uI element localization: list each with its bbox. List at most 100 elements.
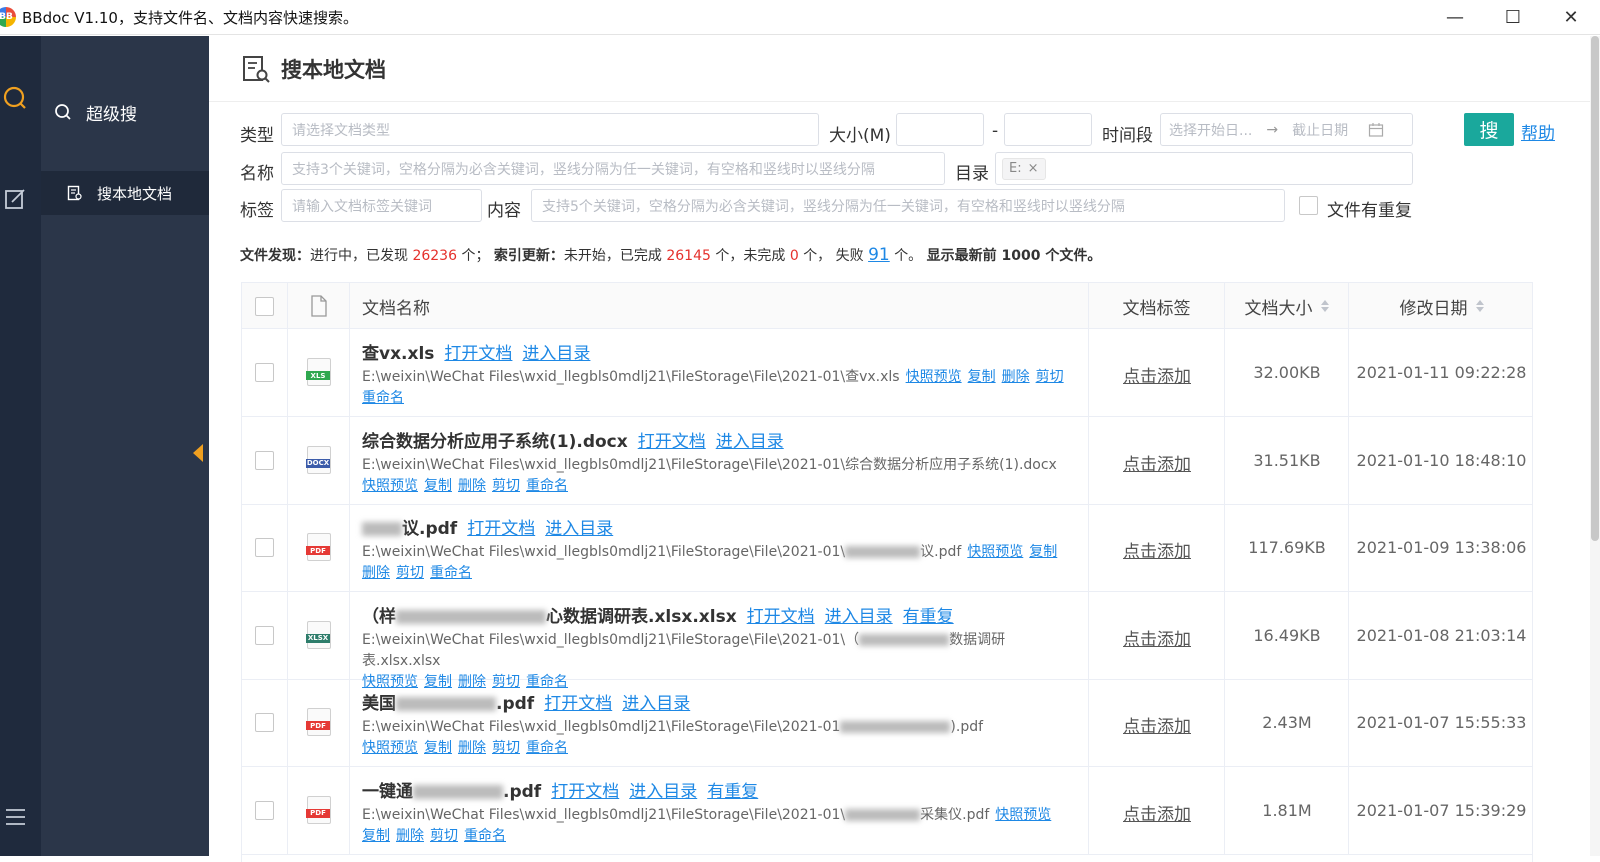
- row-checkbox[interactable]: [255, 713, 274, 732]
- file-date: 2021-01-09 13:38:06: [1356, 538, 1527, 557]
- delete-link[interactable]: 删除: [1002, 369, 1030, 385]
- open-doc-link[interactable]: 打开文档: [747, 607, 815, 627]
- open-doc-link[interactable]: 打开文档: [551, 782, 619, 802]
- preview-link[interactable]: 快照预览: [362, 740, 418, 756]
- cut-link[interactable]: 剪切: [1036, 369, 1064, 385]
- delete-link[interactable]: 删除: [458, 478, 486, 494]
- dir-select[interactable]: E: ×: [995, 152, 1413, 185]
- file-path-part: 采集仪.pdf: [920, 806, 990, 823]
- maximize-button[interactable]: ☐: [1484, 0, 1542, 35]
- file-name: 综合数据分析应用子系统(1).docx: [362, 431, 628, 452]
- open-dir-link[interactable]: 进入目录: [716, 432, 784, 452]
- add-tag-link[interactable]: 点击添加: [1089, 362, 1225, 387]
- open-doc-link[interactable]: 打开文档: [444, 344, 512, 364]
- open-dir-link[interactable]: 进入目录: [825, 607, 893, 627]
- open-dir-link[interactable]: 进入目录: [522, 344, 590, 364]
- open-dir-link[interactable]: 进入目录: [545, 519, 613, 539]
- row-name-cell: 查vx.xls 打开文档 进入目录 E:\weixin\WeChat Files\w…: [350, 329, 1089, 416]
- preview-link[interactable]: 快照预览: [967, 544, 1023, 560]
- row-checkbox[interactable]: [255, 625, 274, 645]
- range-arrow: →: [1266, 121, 1279, 138]
- table-row: XLSX （样 心数据调研表.xlsx.xlsx 打开文档 进入目录 有重复 E:\we…: [242, 591, 1532, 690]
- sidebar-section-super-search[interactable]: 超级搜: [41, 88, 209, 136]
- search-button[interactable]: 搜: [1464, 113, 1514, 146]
- cut-link[interactable]: 剪切: [492, 740, 520, 756]
- row-checkbox[interactable]: [255, 800, 274, 820]
- preview-link[interactable]: 快照预览: [362, 478, 418, 494]
- table-row: PDF 议.pdf 打开文档 进入目录 E:\weixin\WeChat Files…: [242, 504, 1532, 592]
- content-input[interactable]: 支持5个关键词，空格分隔为必含关键词，竖线分隔为任一关键词，有空格和竖线时以竖线…: [531, 189, 1285, 222]
- failed-count-link[interactable]: 91: [868, 245, 890, 265]
- type-select[interactable]: 请选择文档类型: [281, 113, 819, 146]
- collapse-sidebar-icon[interactable]: [193, 444, 203, 462]
- scrollbar-thumb[interactable]: [1591, 36, 1599, 541]
- cut-link[interactable]: 剪切: [396, 565, 424, 581]
- delete-link[interactable]: 删除: [396, 828, 424, 844]
- th-date[interactable]: 修改日期: [1349, 283, 1532, 329]
- end-date-input[interactable]: 截止日期: [1292, 120, 1348, 140]
- cut-link[interactable]: 剪切: [492, 478, 520, 494]
- open-doc-link[interactable]: 打开文档: [467, 519, 535, 539]
- rename-link[interactable]: 重命名: [362, 390, 404, 406]
- add-tag-link[interactable]: 点击添加: [1089, 800, 1225, 825]
- delete-link[interactable]: 删除: [362, 565, 390, 581]
- file-icon: [310, 295, 327, 317]
- add-tag-link[interactable]: 点击添加: [1089, 450, 1225, 475]
- sidebar-item-local-docs[interactable]: 搜本地文档: [41, 171, 209, 215]
- add-tag-link[interactable]: 点击添加: [1089, 537, 1225, 562]
- size-min-input[interactable]: [896, 113, 984, 146]
- delete-link[interactable]: 删除: [458, 740, 486, 756]
- minimize-button[interactable]: —: [1426, 0, 1484, 35]
- copy-link[interactable]: 复制: [362, 828, 390, 844]
- open-doc-link[interactable]: 打开文档: [638, 432, 706, 452]
- duplicate-link[interactable]: 有重复: [707, 782, 758, 802]
- file-date: 2021-01-07 15:39:29: [1356, 800, 1527, 820]
- rename-link[interactable]: 重命名: [464, 828, 506, 844]
- row-checkbox[interactable]: [255, 363, 274, 382]
- edit-nav-icon[interactable]: [0, 184, 30, 214]
- copy-link[interactable]: 复制: [968, 369, 996, 385]
- select-all-checkbox[interactable]: [255, 296, 274, 316]
- row-checkbox[interactable]: [255, 538, 274, 557]
- open-dir-link[interactable]: 进入目录: [629, 782, 697, 802]
- rename-link[interactable]: 重命名: [430, 565, 472, 581]
- open-dir-link[interactable]: 进入目录: [622, 694, 690, 714]
- duplicate-link[interactable]: 有重复: [903, 607, 954, 627]
- search-nav-icon[interactable]: [0, 83, 30, 113]
- row-tag-cell: 点击添加: [1089, 329, 1225, 416]
- file-path-line: E:\weixin\WeChat Files\wxid_llegbls0mdlj…: [362, 455, 1082, 497]
- redacted-blur: [845, 808, 921, 821]
- rename-link[interactable]: 重命名: [526, 740, 568, 756]
- open-doc-link[interactable]: 打开文档: [544, 694, 612, 714]
- date-range-picker[interactable]: 选择开始日... → 截止日期: [1160, 113, 1413, 146]
- file-date: 2021-01-08 21:03:14: [1356, 625, 1527, 645]
- cut-link[interactable]: 剪切: [430, 828, 458, 844]
- table-row: PDF 一键通 .pdf 打开文档 进入目录 有重复 E:\weixin\WeChat …: [242, 766, 1532, 855]
- start-date-input[interactable]: 选择开始日...: [1169, 120, 1252, 140]
- size-max-input[interactable]: [1004, 113, 1092, 146]
- sort-icon[interactable]: [1320, 300, 1329, 312]
- preview-link[interactable]: 快照预览: [906, 369, 962, 385]
- close-button[interactable]: ✕: [1542, 0, 1600, 35]
- row-tag-cell: 点击添加: [1089, 591, 1225, 679]
- duplicate-checkbox[interactable]: [1299, 196, 1318, 215]
- help-link[interactable]: 帮助: [1521, 119, 1555, 144]
- tag-input[interactable]: 请输入文档标签关键词: [281, 189, 482, 222]
- th-size[interactable]: 文档大小: [1225, 283, 1349, 329]
- preview-link[interactable]: 快照预览: [995, 807, 1051, 823]
- th-select: [242, 283, 288, 329]
- status-unit: 个，未完成: [715, 248, 786, 264]
- menu-icon[interactable]: [0, 802, 30, 832]
- sort-icon[interactable]: [1475, 300, 1484, 312]
- add-tag-link[interactable]: 点击添加: [1089, 625, 1225, 650]
- copy-link[interactable]: 复制: [424, 478, 452, 494]
- copy-link[interactable]: 复制: [424, 740, 452, 756]
- table-row: PDF 美国 .pdf 打开文档 进入目录 E:\weixin\WeChat File…: [242, 679, 1532, 767]
- rename-link[interactable]: 重命名: [526, 478, 568, 494]
- chip-close-icon[interactable]: ×: [1028, 161, 1039, 176]
- add-tag-link[interactable]: 点击添加: [1089, 712, 1225, 737]
- scrollbar[interactable]: [1590, 36, 1600, 856]
- name-input[interactable]: 支持3个关键词，空格分隔为必含关键词，竖线分隔为任一关键词，有空格和竖线时以竖线…: [281, 152, 945, 185]
- row-checkbox[interactable]: [255, 450, 274, 470]
- copy-link[interactable]: 复制: [1029, 544, 1057, 560]
